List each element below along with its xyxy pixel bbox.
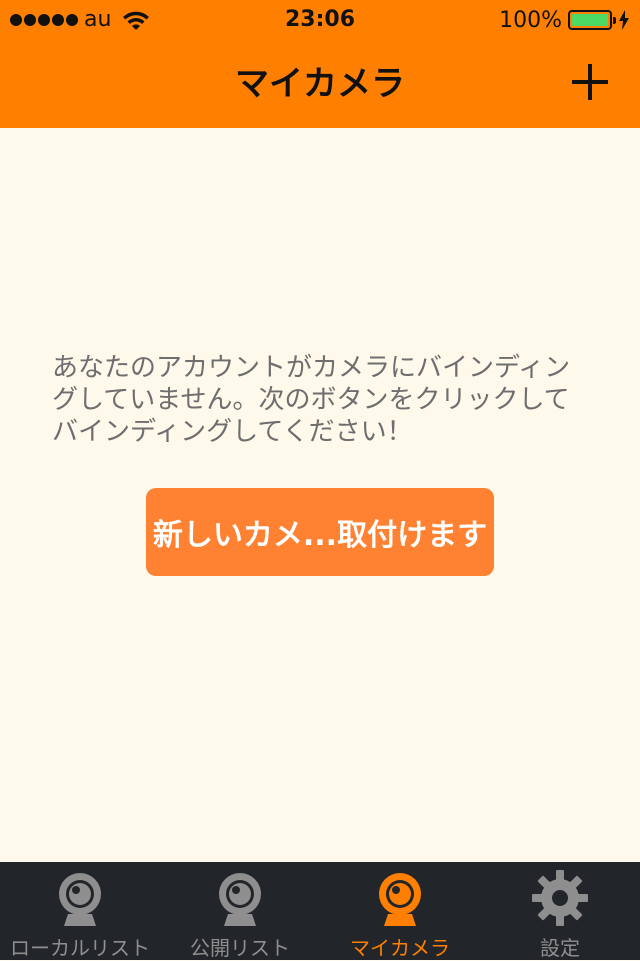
tab-label: 設定: [540, 936, 580, 960]
status-bar: au 23:06 100%: [0, 0, 640, 40]
gear-icon: [532, 870, 588, 926]
battery-percentage: 100%: [499, 7, 562, 33]
webcam-icon: [59, 873, 101, 926]
tab-bar: ローカルリスト 公開リスト マイカメラ 設定: [0, 862, 640, 960]
navigation-bar: マイカメラ: [0, 40, 640, 128]
add-camera-button[interactable]: [570, 62, 610, 102]
battery-icon: [568, 10, 616, 30]
tab-settings[interactable]: 設定: [480, 862, 640, 960]
webcam-icon: [219, 873, 261, 926]
tab-label: ローカルリスト: [10, 936, 150, 960]
charging-bolt-icon: [619, 10, 629, 30]
webcam-icon: [379, 873, 421, 926]
status-right: 100%: [499, 0, 630, 40]
no-camera-message: あなたのアカウントがカメラにバインディングしていません。次のボタンをクリックして…: [52, 353, 571, 447]
page-title: マイカメラ: [235, 64, 405, 104]
tab-local-list[interactable]: ローカルリスト: [0, 862, 160, 960]
add-new-camera-button[interactable]: 新しいカメ...取付けます: [146, 488, 494, 576]
tab-label: マイカメラ: [350, 936, 450, 960]
tab-my-camera[interactable]: マイカメラ: [320, 862, 480, 960]
tab-public-list[interactable]: 公開リスト: [160, 862, 320, 960]
tab-label: 公開リスト: [190, 936, 290, 960]
battery-level: [572, 14, 608, 26]
